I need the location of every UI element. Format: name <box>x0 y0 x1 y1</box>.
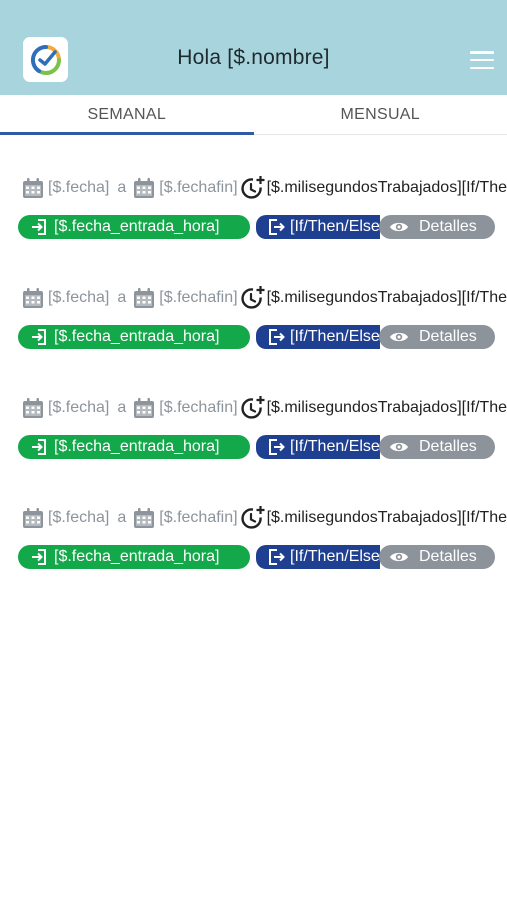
calendar-icon <box>134 398 155 418</box>
eye-icon <box>390 332 408 342</box>
sign-in-icon <box>32 549 46 565</box>
tab-mensual[interactable]: MENSUAL <box>254 95 507 134</box>
list-item: [$.fecha] a [$.fechafin] [$.milisegundos… <box>0 160 507 270</box>
date-separator: a <box>117 509 127 526</box>
salida-label: [If/Then/Else] <box>290 438 380 455</box>
clock-plus-icon <box>240 286 265 309</box>
entrada-badge[interactable]: [$.fecha_entrada_hora] <box>18 325 250 349</box>
clock-plus-icon <box>240 396 265 419</box>
clock-plus-icon <box>240 506 265 529</box>
calendar-icon <box>23 288 43 308</box>
salida-badge[interactable]: [If/Then/Else] <box>256 325 380 349</box>
page-title: Hola [$.nombre] <box>177 46 330 69</box>
entrada-badge[interactable]: [$.fecha_entrada_hora] <box>18 545 250 569</box>
record-info-row: [$.fecha] a [$.fechafin] [$.milisegundos… <box>22 506 507 530</box>
date-end: [$.fechafin] <box>159 289 238 306</box>
record-actions-row: [$.fecha_entrada_hora] [If/Then/Else] De… <box>18 545 507 570</box>
date-start: [$.fecha] <box>48 289 110 306</box>
detalles-label: Detalles <box>419 218 477 235</box>
salida-label: [If/Then/Else] <box>290 328 380 345</box>
record-actions-row: [$.fecha_entrada_hora] [If/Then/Else] De… <box>18 325 507 350</box>
eye-icon <box>390 552 408 562</box>
salida-label: [If/Then/Else] <box>290 548 380 565</box>
date-separator: a <box>117 179 127 196</box>
worked-time: [$.milisegundosTrabajados][If/Then/Else] <box>266 179 507 196</box>
clock-plus-icon <box>240 176 265 199</box>
worked-time: [$.milisegundosTrabajados][If/Then/Else] <box>266 289 507 306</box>
calendar-icon <box>134 178 155 198</box>
calendar-icon <box>23 398 43 418</box>
salida-label: [If/Then/Else] <box>290 218 380 235</box>
detalles-button[interactable]: Detalles <box>379 435 495 459</box>
date-start: [$.fecha] <box>48 179 110 196</box>
sign-in-icon <box>32 329 46 345</box>
worked-time: [$.milisegundosTrabajados][If/Then/Else] <box>266 399 507 416</box>
date-end: [$.fechafin] <box>159 399 238 416</box>
date-start: [$.fecha] <box>48 399 110 416</box>
entrada-label: [$.fecha_entrada_hora] <box>54 218 220 235</box>
calendar-icon <box>23 508 43 528</box>
detalles-label: Detalles <box>419 438 477 455</box>
record-info-row: [$.fecha] a [$.fechafin] [$.milisegundos… <box>22 396 507 420</box>
sign-out-icon <box>269 329 285 345</box>
calendar-icon <box>23 178 43 198</box>
sign-in-icon <box>32 219 46 235</box>
records-list: [$.fecha] a [$.fechafin] [$.milisegundos… <box>0 160 507 600</box>
date-end: [$.fechafin] <box>159 509 238 526</box>
salida-badge[interactable]: [If/Then/Else] <box>256 215 380 239</box>
date-separator: a <box>117 399 127 416</box>
sign-out-icon <box>269 219 285 235</box>
date-separator: a <box>117 289 127 306</box>
record-info-row: [$.fecha] a [$.fechafin] [$.milisegundos… <box>22 286 507 310</box>
sign-out-icon <box>269 439 285 455</box>
app-header: Hola [$.nombre] <box>0 0 507 95</box>
entrada-label: [$.fecha_entrada_hora] <box>54 438 220 455</box>
record-actions-row: [$.fecha_entrada_hora] [If/Then/Else] De… <box>18 435 507 460</box>
detalles-button[interactable]: Detalles <box>379 545 495 569</box>
detalles-button[interactable]: Detalles <box>379 325 495 349</box>
calendar-icon <box>134 288 155 308</box>
salida-badge[interactable]: [If/Then/Else] <box>256 435 380 459</box>
sign-out-icon <box>269 549 285 565</box>
entrada-label: [$.fecha_entrada_hora] <box>54 548 220 565</box>
list-item: [$.fecha] a [$.fechafin] [$.milisegundos… <box>0 490 507 600</box>
date-end: [$.fechafin] <box>159 179 238 196</box>
calendar-icon <box>134 508 155 528</box>
detalles-button[interactable]: Detalles <box>379 215 495 239</box>
eye-icon <box>390 442 408 452</box>
hamburger-menu-icon[interactable] <box>470 51 494 69</box>
date-start: [$.fecha] <box>48 509 110 526</box>
detalles-label: Detalles <box>419 328 477 345</box>
eye-icon <box>390 222 408 232</box>
sign-in-icon <box>32 439 46 455</box>
entrada-badge[interactable]: [$.fecha_entrada_hora] <box>18 435 250 459</box>
list-item: [$.fecha] a [$.fechafin] [$.milisegundos… <box>0 270 507 380</box>
tab-semanal[interactable]: SEMANAL <box>0 95 254 135</box>
entrada-label: [$.fecha_entrada_hora] <box>54 328 220 345</box>
salida-badge[interactable]: [If/Then/Else] <box>256 545 380 569</box>
entrada-badge[interactable]: [$.fecha_entrada_hora] <box>18 215 250 239</box>
list-item: [$.fecha] a [$.fechafin] [$.milisegundos… <box>0 380 507 490</box>
record-info-row: [$.fecha] a [$.fechafin] [$.milisegundos… <box>22 176 507 200</box>
detalles-label: Detalles <box>419 548 477 565</box>
worked-time: [$.milisegundosTrabajados][If/Then/Else] <box>266 509 507 526</box>
record-actions-row: [$.fecha_entrada_hora] [If/Then/Else] De… <box>18 215 507 240</box>
tab-bar: SEMANAL MENSUAL <box>0 95 507 135</box>
